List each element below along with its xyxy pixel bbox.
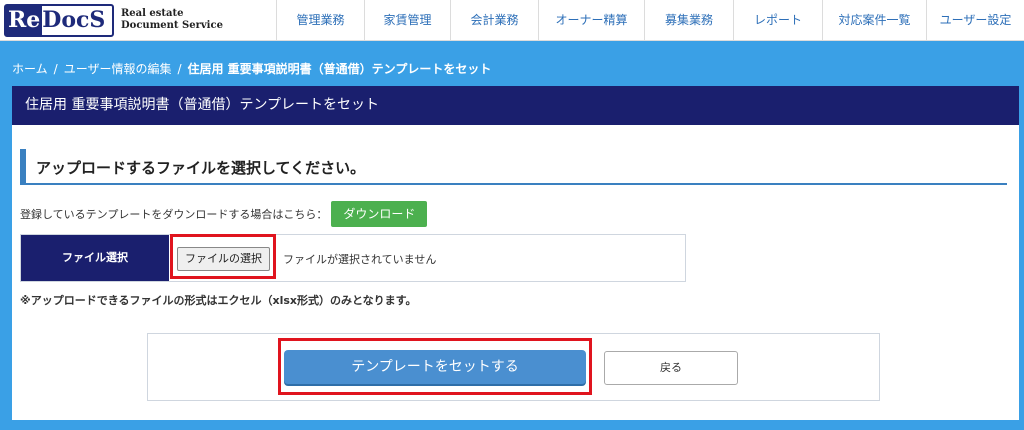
- download-text: 登録しているテンプレートをダウンロードする場合はこちら：: [20, 208, 328, 221]
- redocs-logo[interactable]: ReDocS Real estate Document Service: [4, 4, 266, 37]
- back-button[interactable]: 戻る: [604, 351, 738, 385]
- section-heading-text: アップロードするファイルを選択してください。: [36, 159, 366, 177]
- breadcrumb: ホーム / ユーザー情報の編集 / 住居用 重要事項説明書（普通借）テンプレートをセット: [12, 60, 491, 77]
- download-button[interactable]: ダウンロード: [331, 201, 428, 227]
- download-row: 登録しているテンプレートをダウンロードする場合はこちら： ダウンロード: [20, 201, 428, 227]
- breadcrumb-separator: /: [53, 62, 58, 76]
- nav-item-cases[interactable]: 対応案件一覧: [822, 0, 926, 41]
- breadcrumb-home[interactable]: ホーム: [12, 62, 48, 76]
- logo-mark: ReDocS: [4, 4, 114, 37]
- file-select-row: ファイル選択 ファイルの選択 ファイルが選択されていません: [20, 234, 686, 282]
- choose-file-button[interactable]: ファイルの選択: [177, 247, 270, 271]
- logo-subtitle-line2: Document Service: [121, 20, 223, 31]
- logo-subtitle-line1: Real estate: [121, 8, 184, 19]
- nav-item-management[interactable]: 管理業務: [276, 0, 364, 41]
- app-header: ReDocS Real estate Document Service 管理業務…: [0, 0, 1024, 41]
- set-template-button[interactable]: テンプレートをセットする: [284, 350, 586, 384]
- format-note: ※アップロードできるファイルの形式はエクセル（xlsx形式）のみとなります。: [20, 294, 417, 307]
- breadcrumb-separator: /: [177, 62, 182, 76]
- page-title: 住居用 重要事項説明書（普通借）テンプレートをセット: [12, 86, 1019, 125]
- breadcrumb-current: 住居用 重要事項説明書（普通借）テンプレートをセット: [187, 62, 492, 76]
- logo-re: Re: [6, 6, 43, 35]
- logo-docs: DocS: [42, 7, 106, 33]
- nav-item-report[interactable]: レポート: [733, 0, 822, 41]
- file-status-text: ファイルが選択されていません: [283, 253, 437, 266]
- nav-item-owner-settlement[interactable]: オーナー精算: [538, 0, 644, 41]
- breadcrumb-user-edit[interactable]: ユーザー情報の編集: [64, 62, 172, 76]
- nav-item-rent[interactable]: 家賃管理: [364, 0, 450, 41]
- section-heading: アップロードするファイルを選択してください。: [20, 149, 1007, 185]
- main-nav: 管理業務 家賃管理 会計業務 オーナー精算 募集業務 レポート 対応案件一覧 ユ…: [276, 0, 1024, 41]
- nav-item-recruitment[interactable]: 募集業務: [644, 0, 733, 41]
- nav-item-accounting[interactable]: 会計業務: [450, 0, 538, 41]
- action-box: テンプレートをセットする 戻る: [147, 333, 880, 401]
- logo-subtitle: Real estate Document Service: [121, 8, 223, 32]
- upload-panel: アップロードするファイルを選択してください。 登録しているテンプレートをダウンロ…: [12, 125, 1019, 420]
- file-select-label: ファイル選択: [21, 235, 169, 281]
- nav-item-user-settings[interactable]: ユーザー設定: [926, 0, 1024, 41]
